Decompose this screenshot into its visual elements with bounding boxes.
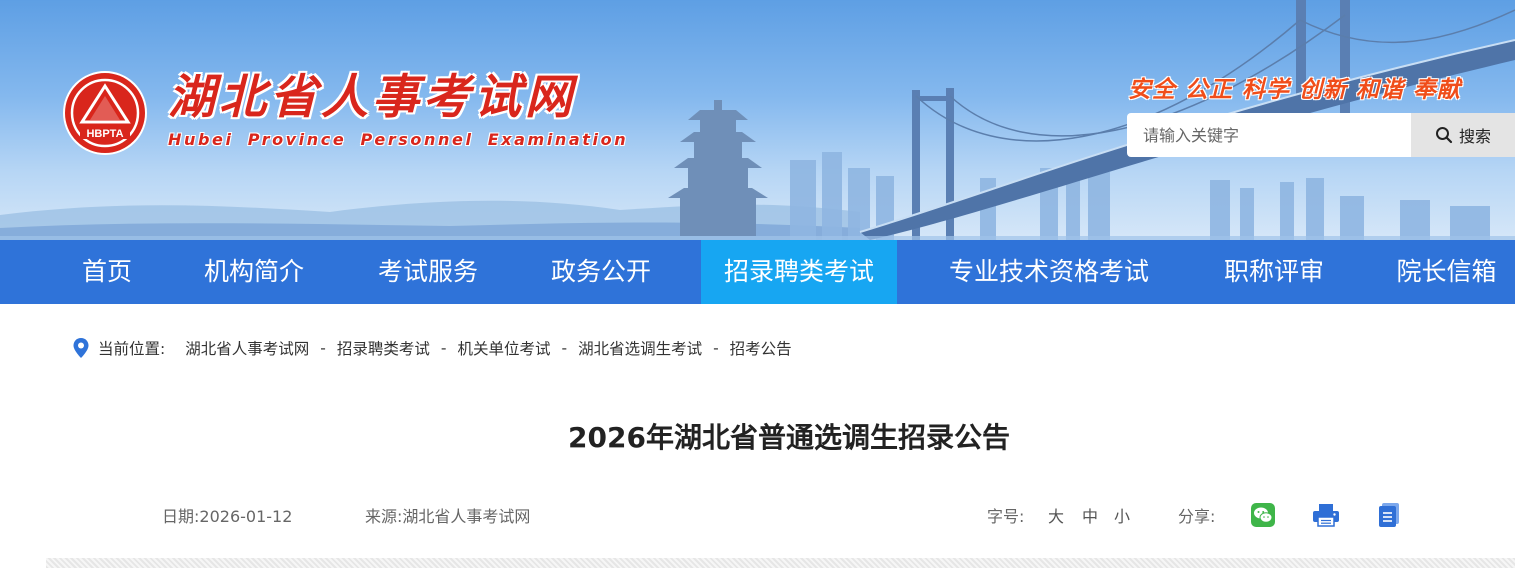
main-nav: 首页 机构简介 考试服务 政务公开 招录聘类考试 专业技术资格考试 职称评审 院… <box>0 240 1515 304</box>
nav-item-about[interactable]: 机构简介 <box>186 240 322 304</box>
breadcrumb-link-announcements[interactable]: 招考公告 <box>730 337 792 359</box>
nav-item-exam-services[interactable]: 考试服务 <box>358 240 498 304</box>
hbpta-logo <box>63 71 147 155</box>
search-icon <box>1435 127 1453 144</box>
source-label: 来源: <box>365 507 403 526</box>
nav-item-director-mailbox[interactable]: 院长信箱 <box>1378 240 1515 304</box>
logo-text: HBPTA <box>86 128 124 140</box>
breadcrumb-link-selection-exam[interactable]: 湖北省选调生考试 <box>578 337 702 359</box>
article-source: 来源:湖北省人事考试网 <box>365 503 530 527</box>
print-icon[interactable] <box>1312 502 1340 528</box>
breadcrumb-link-home[interactable]: 湖北省人事考试网 <box>185 337 309 359</box>
breadcrumb-label: 当前位置: <box>98 340 166 358</box>
nav-item-professional-qualification[interactable]: 专业技术资格考试 <box>928 240 1170 304</box>
search-button-label: 搜索 <box>1458 127 1491 146</box>
wechat-icon[interactable] <box>1250 502 1276 528</box>
slogan: 安全 公正 科学 创新 和谐 奉献 <box>1128 77 1462 103</box>
nav-item-recruitment-exams[interactable]: 招录聘类考试 <box>701 240 897 304</box>
header-banner: HBPTA 湖北省人事考试网 Hubei Province Personnel … <box>0 0 1515 240</box>
breadcrumb: 当前位置: 湖北省人事考试网 - 招录聘类考试 - 机关单位考试 - 湖北省选调… <box>72 337 792 359</box>
article-date: 日期:2026-01-12 <box>162 503 292 527</box>
breadcrumb-separator: - <box>713 339 719 357</box>
nav-item-public-affairs[interactable]: 政务公开 <box>531 240 671 304</box>
font-size-medium[interactable]: 中 <box>1082 503 1098 527</box>
search-box: 搜索 <box>1127 113 1515 157</box>
breadcrumb-link-agency-exams[interactable]: 机关单位考试 <box>457 337 550 359</box>
article-title: 2026年湖北省普通选调生招录公告 <box>568 421 1010 454</box>
font-size-small[interactable]: 小 <box>1114 503 1130 527</box>
breadcrumb-link-recruitment[interactable]: 招录聘类考试 <box>337 337 430 359</box>
breadcrumb-separator: - <box>440 339 447 357</box>
date-label: 日期: <box>162 507 200 526</box>
date-value: 2026-01-12 <box>199 507 293 526</box>
source-value: 湖北省人事考试网 <box>402 507 531 526</box>
content-divider <box>46 558 1515 568</box>
location-pin-icon <box>73 338 89 358</box>
site-title: 湖北省人事考试网 <box>168 70 576 125</box>
breadcrumb-separator: - <box>561 339 568 357</box>
share-label: 分享: <box>1178 507 1216 526</box>
search-button[interactable]: 搜索 <box>1411 113 1515 157</box>
nav-item-home[interactable]: 首页 <box>62 240 152 304</box>
site-subtitle: Hubei Province Personnel Examination <box>168 130 629 149</box>
font-size-label: 字号: <box>987 507 1025 526</box>
breadcrumb-separator: - <box>320 339 326 357</box>
font-size-large[interactable]: 大 <box>1048 503 1064 527</box>
search-input[interactable] <box>1127 113 1411 157</box>
nav-item-title-review[interactable]: 职称评审 <box>1204 240 1344 304</box>
document-icon[interactable] <box>1377 502 1403 528</box>
